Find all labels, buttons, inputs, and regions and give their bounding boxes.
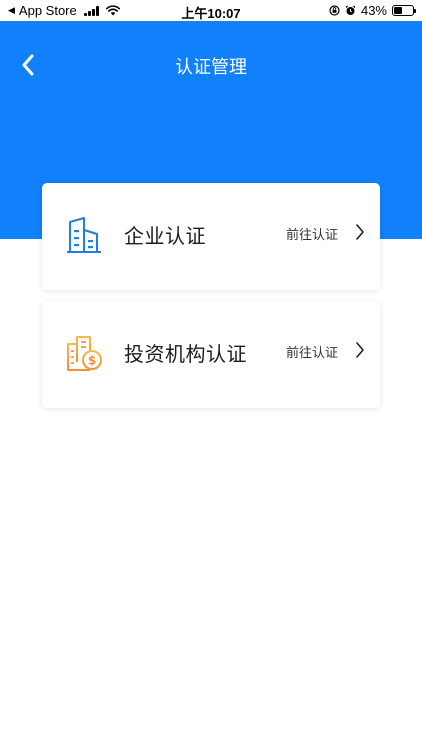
card-action-label[interactable]: 前往认证 <box>286 342 338 361</box>
battery-fill <box>394 7 402 14</box>
rotation-lock-icon <box>329 5 340 16</box>
enterprise-verification-card[interactable]: 企业认证 前往认证 <box>42 183 380 290</box>
svg-text:$: $ <box>88 354 96 368</box>
status-bar: ◀ App Store 上午10:07 43% <box>0 0 422 21</box>
building-icon <box>67 217 101 253</box>
investment-icon: $ <box>67 336 102 371</box>
investment-institution-verification-card[interactable]: $ 投资机构认证 前往认证 <box>42 301 380 408</box>
chevron-right-icon <box>356 342 364 358</box>
card-title: 投资机构认证 <box>124 344 247 366</box>
battery-icon <box>392 5 416 16</box>
card-action-label[interactable]: 前往认证 <box>286 224 338 243</box>
battery-percent: 43% <box>360 3 387 18</box>
alarm-icon <box>345 5 356 15</box>
page-title: 认证管理 <box>175 57 247 77</box>
card-title: 企业认证 <box>124 226 206 248</box>
status-right: 43% <box>329 3 416 18</box>
chevron-right-icon <box>356 224 364 240</box>
